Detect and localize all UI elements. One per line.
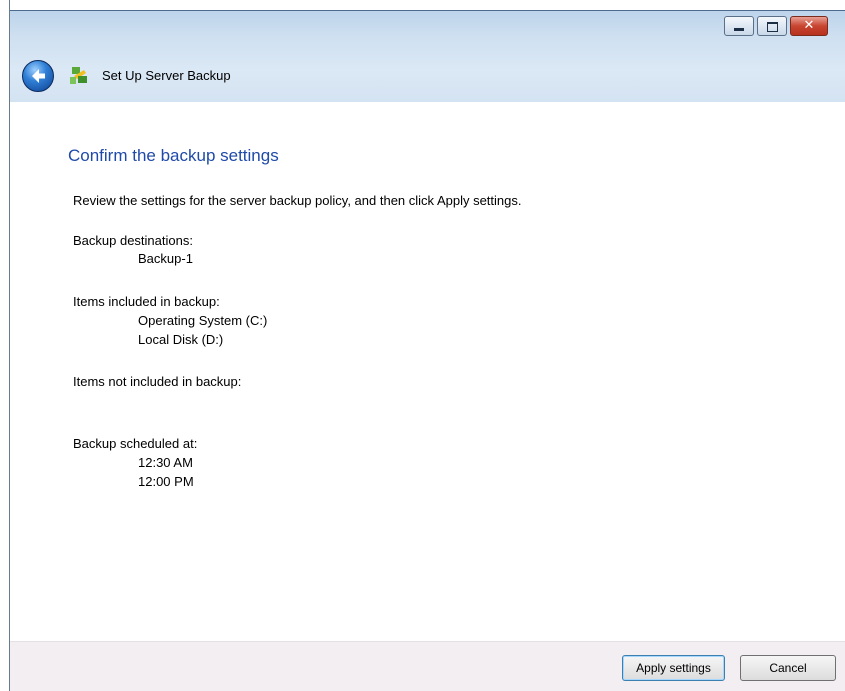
schedule-time: 12:30 AM [138, 455, 193, 470]
not-included-label: Items not included in backup: [73, 374, 242, 389]
caption-buttons: ✕ [721, 16, 828, 36]
maximize-icon [767, 22, 778, 32]
close-button[interactable]: ✕ [790, 16, 828, 36]
close-icon: ✕ [803, 18, 815, 33]
included-item: Local Disk (D:) [138, 332, 224, 347]
cancel-button[interactable]: Cancel [740, 655, 836, 681]
content-area [10, 102, 845, 641]
minimize-button[interactable] [724, 16, 754, 36]
window-title: Set Up Server Backup [102, 68, 231, 83]
apply-settings-button[interactable]: Apply settings [622, 655, 725, 681]
minimize-icon [734, 28, 744, 31]
intro-text: Review the settings for the server backu… [73, 193, 522, 208]
title-bar-border [10, 10, 845, 11]
window-left-edge [0, 0, 10, 691]
included-item: Operating System (C:) [138, 313, 268, 328]
title-bar[interactable] [10, 10, 845, 102]
destination-item: Backup-1 [138, 251, 193, 266]
destinations-label: Backup destinations: [73, 233, 193, 248]
server-backup-icon [70, 67, 87, 84]
back-button[interactable] [22, 60, 54, 92]
page-heading: Confirm the backup settings [68, 146, 279, 165]
schedule-time: 12:00 PM [138, 474, 194, 489]
maximize-button[interactable] [757, 16, 787, 36]
included-label: Items included in backup: [73, 294, 220, 309]
schedule-label: Backup scheduled at: [73, 436, 198, 451]
back-arrow-icon [32, 69, 45, 83]
wizard-window: ✕ Set Up Server Backup Confirm the backu… [0, 0, 845, 691]
